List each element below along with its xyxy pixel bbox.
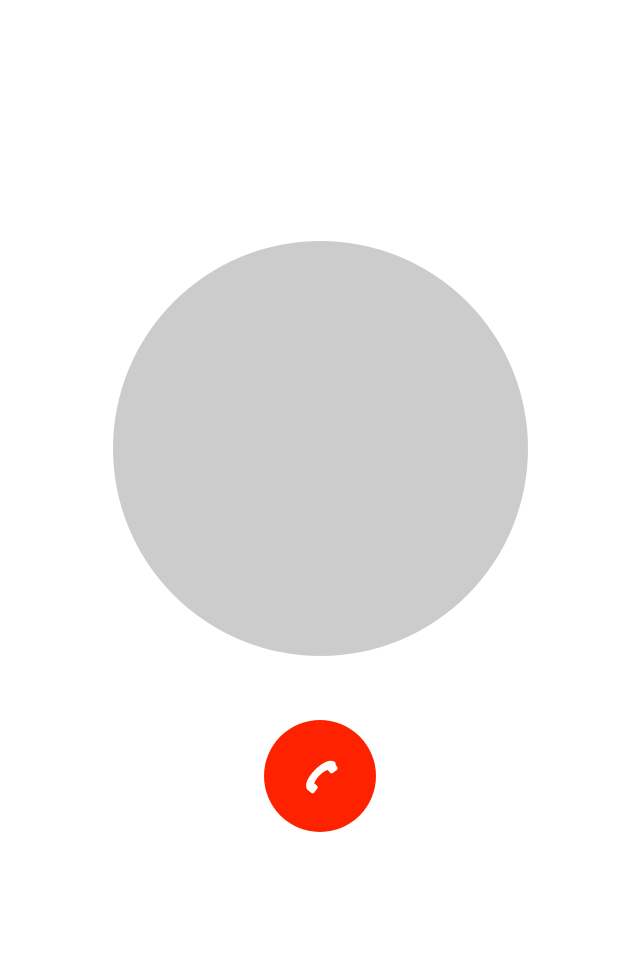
call-screen [0,0,640,960]
end-call-button[interactable] [264,720,376,832]
phone-handset-shape [306,760,338,794]
phone-hangup-icon [298,754,342,798]
caller-avatar-placeholder [113,241,528,656]
